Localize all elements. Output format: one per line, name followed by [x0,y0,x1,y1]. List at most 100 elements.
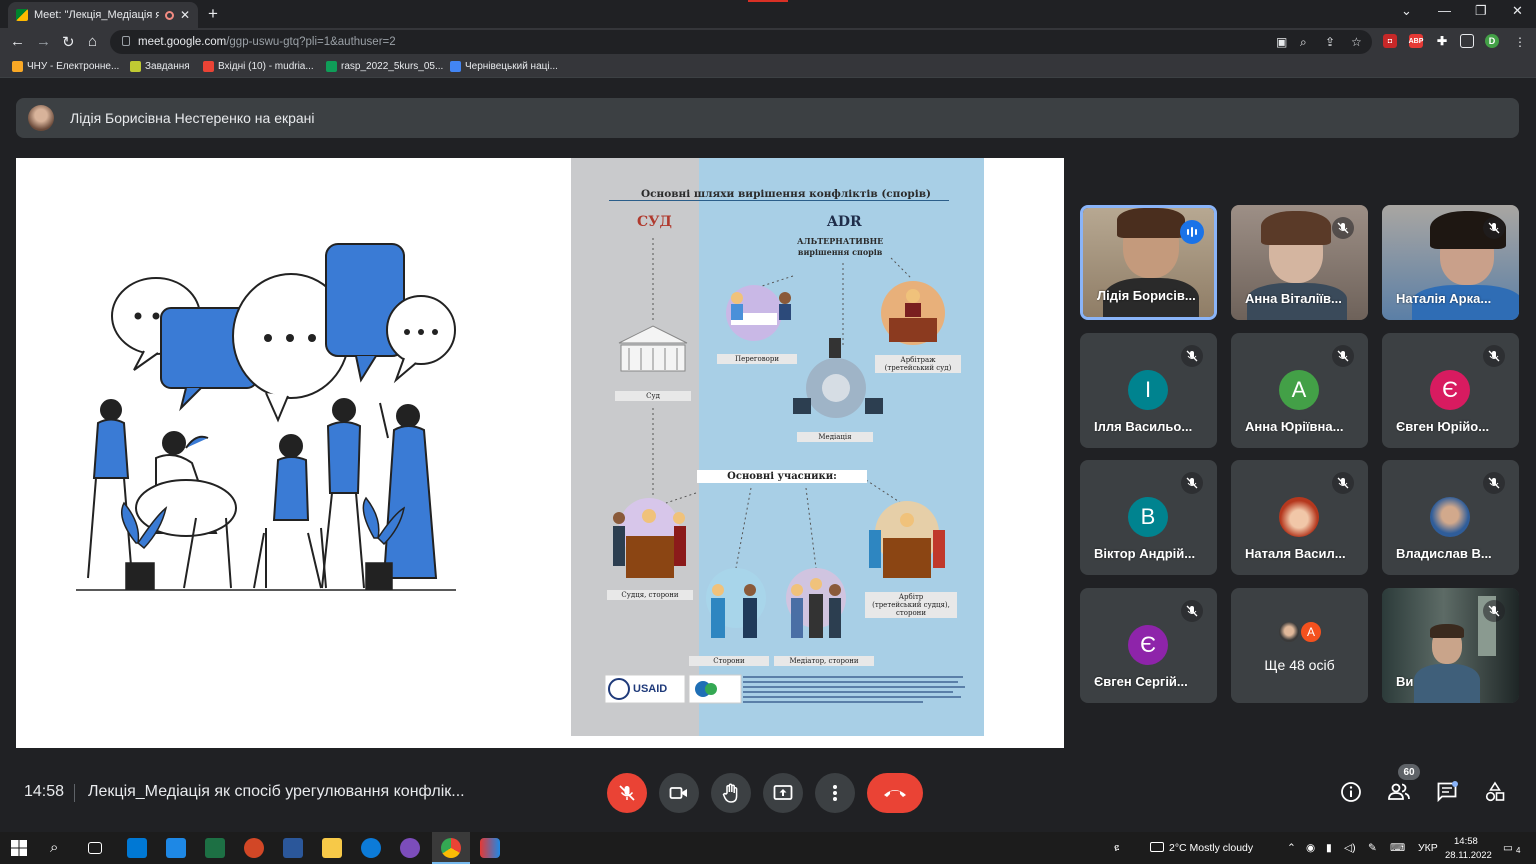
excel-icon[interactable] [205,838,225,858]
muted-mic-icon [1181,472,1203,494]
bookmark-item[interactable]: Чернівецький наці... [450,61,558,72]
reload-button[interactable]: ↻ [62,33,75,51]
more-menu-icon[interactable]: ⋮ [1514,35,1526,49]
participant-name: Наталя Васил... [1245,546,1346,561]
extensions-puzzle-icon[interactable]: ✚ [1435,34,1449,48]
bookmark-item[interactable]: ЧНУ - Електронне... [12,61,119,72]
arbiter-label: Арбітр (третейський судця), сторони [865,592,957,618]
muted-mic-icon [1483,217,1505,239]
weather-icon [1150,842,1164,852]
participant-avatar: А [1279,370,1319,410]
people-button[interactable] [1385,778,1413,806]
participant-tile[interactable]: Анна Віталіїв... [1231,205,1368,320]
people-icon [1388,783,1410,800]
leave-call-button[interactable] [867,773,923,813]
word-icon[interactable] [283,838,303,858]
mail-icon[interactable] [166,838,186,858]
camera-in-use-icon[interactable]: ▣ [1276,35,1287,49]
meet-favicon-icon [16,9,28,21]
participant-tile[interactable]: Є Євген Сергій... [1080,588,1217,703]
info-icon [1341,782,1361,802]
side-panel-icon[interactable] [1460,34,1474,48]
adblock-icon[interactable]: ABP [1409,34,1423,48]
close-window-button[interactable]: ✕ [1512,3,1523,19]
profile-avatar[interactable]: D [1485,34,1499,48]
minimize-button[interactable]: — [1438,3,1451,18]
edge-icon[interactable] [361,838,381,858]
participant-tile[interactable]: І Ілля Васильо... [1080,333,1217,448]
viber-icon[interactable] [400,838,420,858]
chat-button[interactable] [1433,778,1461,806]
participant-tile[interactable]: Владислав В... [1382,460,1519,575]
tray-chevron-icon[interactable]: ⌃ [1287,842,1296,854]
bookmark-star-icon[interactable]: ☆ [1351,35,1362,49]
taskbar-date[interactable]: 28.11.2022 [1445,850,1492,861]
powerpoint-icon[interactable] [244,838,264,858]
keyboard-icon[interactable]: ⌨ [1390,842,1405,854]
hangup-icon [884,790,906,797]
file-explorer-icon[interactable] [322,838,342,858]
url-path: /ggp-uswu-gtq?pli=1&authuser=2 [226,36,396,48]
language-indicator[interactable]: УКР [1418,842,1438,854]
weather-widget[interactable]: 2°C Mostly cloudy [1150,842,1253,854]
meeting-details-button[interactable] [1337,778,1365,806]
participant-photo-avatar [1277,620,1301,644]
negotiations-label: Переговори [717,354,797,364]
home-button[interactable]: ⌂ [88,33,97,50]
camera-toggle-button[interactable] [659,773,699,813]
pen-icon[interactable]: ✎ [1368,842,1377,854]
tray-person-icon[interactable]: ዩ [1114,842,1119,855]
share-icon[interactable]: ⇪ [1325,35,1335,49]
more-participants-label: Ще 48 осіб [1264,657,1335,673]
bookmark-item[interactable]: Вхідні (10) - mudria... [203,61,314,72]
participant-name: Наталія Арка... [1396,291,1492,306]
new-tab-button[interactable]: + [208,4,218,24]
browser-tab-meet[interactable]: Meet: "Лекція_Медіація як с ✕ [8,2,198,28]
extension-pocket-icon[interactable]: ◘ [1383,34,1397,48]
participant-name: Євген Юрійо... [1396,419,1490,434]
app-icon[interactable] [480,838,500,858]
back-button[interactable]: ← [10,33,25,50]
meeting-clock: 14:58 [24,783,65,800]
bookmark-label: rasp_2022_5kurs_05... [341,61,444,72]
hand-icon [722,783,738,803]
taskbar-time[interactable]: 14:58 [1454,836,1478,847]
more-options-button[interactable] [815,773,855,813]
bookmark-item[interactable]: Завдання [130,61,190,72]
store-icon[interactable] [127,838,147,858]
participant-tile[interactable]: В Віктор Андрій... [1080,460,1217,575]
self-view-tile[interactable]: Ви [1382,588,1519,703]
volume-icon[interactable]: ◁) [1344,842,1356,854]
microphone-toggle-button[interactable] [607,773,647,813]
participant-photo-avatar [1279,497,1319,537]
more-participants-tile[interactable]: А Ще 48 осіб [1231,588,1368,703]
taskbar-search-icon[interactable]: ⌕ [50,839,70,859]
zoom-icon[interactable]: ⌕ [1300,35,1307,50]
forward-button[interactable]: → [36,33,51,50]
lock-icon [122,36,130,46]
muted-mic-icon [1483,472,1505,494]
mediation-label: Медіація [797,432,873,442]
tray-camera-icon[interactable]: ◉ [1306,842,1315,854]
activities-button[interactable] [1481,778,1509,806]
tab-search-chevron-icon[interactable]: ⌄ [1401,3,1412,19]
address-bar[interactable]: meet.google.com/ggp-uswu-gtq?pli=1&authu… [110,30,1372,54]
participant-tile[interactable]: Є Євген Юрійо... [1382,333,1519,448]
tray-mic-icon[interactable]: ▮ [1326,842,1332,854]
windows-start-icon[interactable] [10,839,28,857]
raise-hand-button[interactable] [711,773,751,813]
participant-tile[interactable]: Наталя Васил... [1231,460,1368,575]
bookmark-item[interactable]: rasp_2022_5kurs_05... [326,61,443,72]
participant-tile[interactable]: Лідія Борисів... [1080,205,1217,320]
restore-button[interactable]: ❐ [1475,3,1487,19]
notifications-icon[interactable]: ▭ [1503,842,1513,854]
chrome-icon[interactable] [441,838,461,858]
present-screen-button[interactable] [763,773,803,813]
participant-tile[interactable]: Наталія Арка... [1382,205,1519,320]
muted-mic-icon [1181,600,1203,622]
task-view-icon[interactable] [88,842,102,854]
participant-tile[interactable]: А Анна Юріївна... [1231,333,1368,448]
presenter-avatar [28,105,54,131]
close-tab-icon[interactable]: ✕ [180,8,190,22]
shared-screen: Основні шляхи вирішення конфліктів (спор… [16,158,1064,748]
